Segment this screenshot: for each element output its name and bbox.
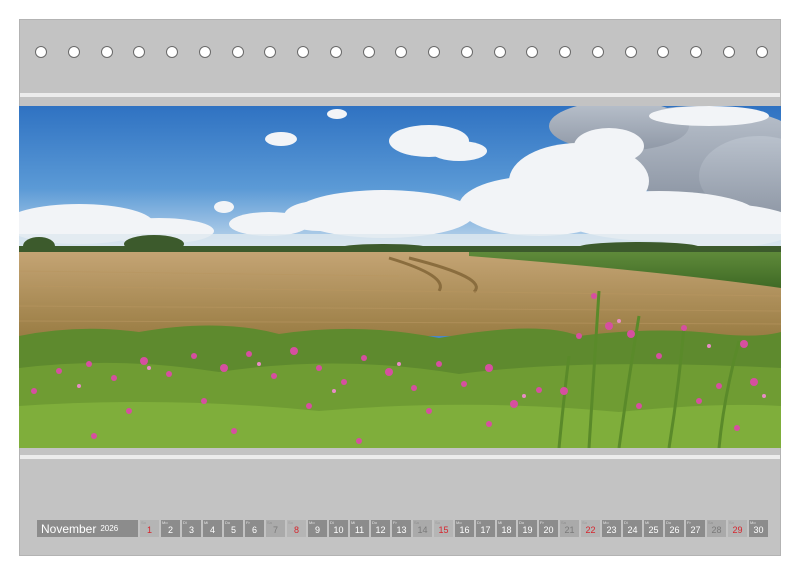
binding-hole [722,46,735,58]
day-number: 3 [188,525,194,535]
day-number: 22 [585,525,596,535]
binding-hole [657,46,670,58]
binding-hole [755,46,768,58]
binding-hole [297,46,309,58]
day-cell: Do 5 [224,520,243,537]
bottom-divider-stripe [20,455,780,459]
binding-hole [591,46,604,58]
wheat-field-landscape-image [19,106,781,448]
day-cells: So 1 Mo 2 Di 3 Mi 4 Do 5 Fr 6 Sa 7 So 8 Mo 9 Di 10 Mi 11 Do 12 F… [140,520,768,537]
day-cell: Mi 4 [203,520,222,537]
day-number: 11 [354,525,365,535]
day-cell: Mo 30 [749,520,768,537]
binding-hole [166,46,178,58]
day-number: 19 [522,525,533,535]
day-cell: So 15 [434,520,453,537]
day-number: 26 [669,525,680,535]
landscape-photo [19,106,781,448]
day-number: 9 [314,525,320,535]
day-cell: Do 19 [518,520,537,537]
day-number: 12 [375,525,386,535]
day-cell: Di 24 [623,520,642,537]
day-cell: So 1 [140,520,159,537]
month-day-strip: November 2026 So 1 Mo 2 Di 3 Mi 4 Do 5 Fr 6 Sa 7 So 8 Mo… [37,520,768,537]
day-number: 15 [438,525,449,535]
binding-hole [231,46,244,58]
day-cell: Mo 23 [602,520,621,537]
day-number: 24 [627,525,638,535]
binding-hole [460,46,473,58]
binding-hole [264,46,277,58]
day-cell: Fr 27 [686,520,705,537]
binding-hole [329,46,342,58]
binding-hole [395,46,408,58]
day-cell: Mi 25 [644,520,663,537]
day-number: 2 [167,525,173,535]
day-number: 1 [146,525,152,535]
binding-hole [133,46,146,58]
day-cell: Do 12 [371,520,390,537]
day-cell: So 29 [728,520,747,537]
day-number: 5 [230,525,236,535]
day-number: 7 [272,525,278,535]
binding-hole [100,46,113,58]
day-number: 10 [333,525,344,535]
day-number: 14 [417,525,428,535]
day-cell: Fr 20 [539,520,558,537]
day-cell: Sa 7 [266,520,285,537]
day-cell: Di 3 [182,520,201,537]
day-number: 30 [753,525,764,535]
day-number: 8 [293,525,299,535]
binding-hole [198,46,211,58]
day-cell: Mi 18 [497,520,516,537]
day-number: 28 [711,525,722,535]
day-number: 27 [690,525,701,535]
binding-hole [35,46,47,58]
day-cell: So 22 [581,520,600,537]
day-number: 29 [732,525,743,535]
month-name: November [41,521,97,536]
day-number: 4 [209,525,215,535]
month-label: November 2026 [37,520,138,537]
binding-hole [362,46,375,58]
day-cell: Di 17 [476,520,495,537]
day-cell: Sa 14 [413,520,432,537]
day-number: 25 [648,525,659,535]
top-divider-stripe [20,93,780,97]
day-number: 17 [480,525,491,535]
binding-hole [526,46,539,58]
day-cell: Sa 28 [707,520,726,537]
day-number: 20 [543,525,554,535]
day-cell: Mo 2 [161,520,180,537]
day-cell: Mo 9 [308,520,327,537]
day-number: 23 [606,525,617,535]
day-cell: Di 10 [329,520,348,537]
month-year: 2026 [100,524,119,533]
binding-hole [559,46,571,58]
binding-hole [428,46,440,58]
binding-hole [67,46,80,58]
day-cell: Mo 16 [455,520,474,537]
day-cell: Fr 13 [392,520,411,537]
day-cell: Do 26 [665,520,684,537]
day-number: 13 [396,525,407,535]
day-cell: Fr 6 [245,520,264,537]
day-cell: So 8 [287,520,306,537]
binding-hole [690,46,702,58]
day-cell: Sa 21 [560,520,579,537]
day-number: 16 [459,525,470,535]
day-cell: Mi 11 [350,520,369,537]
day-number: 18 [501,525,512,535]
binding-hole [493,46,506,58]
binding-hole [624,46,637,58]
day-number: 6 [251,525,257,535]
day-number: 21 [564,525,575,535]
